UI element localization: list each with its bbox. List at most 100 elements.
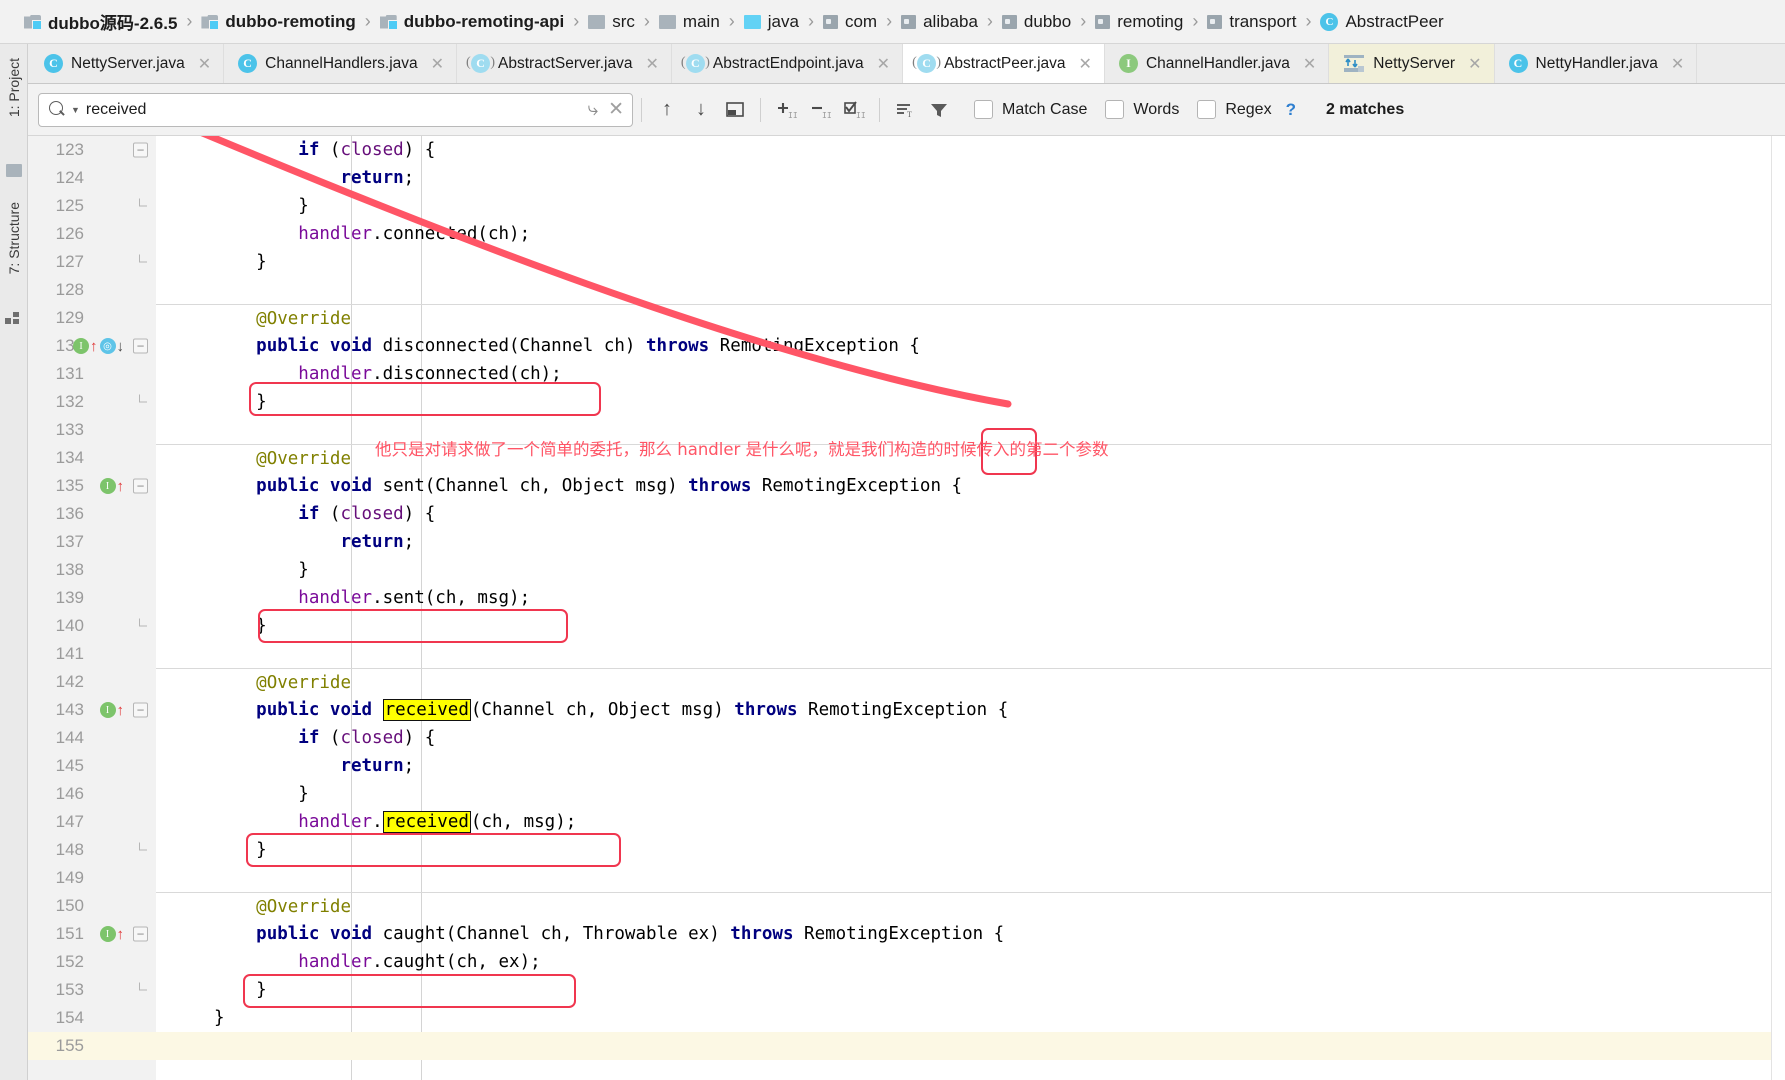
- code-line-124[interactable]: return;: [156, 164, 1785, 192]
- breadcrumb-item-transport[interactable]: transport: [1205, 12, 1298, 32]
- close-icon[interactable]: ✕: [645, 54, 658, 74]
- editor-tab-nettyserver-java[interactable]: C NettyServer.java ✕: [30, 44, 225, 83]
- close-icon[interactable]: ✕: [198, 54, 211, 74]
- code-line-151[interactable]: public void caught(Channel ch, Throwable…: [156, 920, 1785, 948]
- overridden-method-icon[interactable]: ◎: [99, 338, 116, 354]
- code-line-140[interactable]: }: [156, 612, 1785, 640]
- code-line-145[interactable]: return;: [156, 752, 1785, 780]
- gutter-line-133[interactable]: 133: [28, 416, 156, 444]
- gutter-line-152[interactable]: 152: [28, 948, 156, 976]
- code-line-134[interactable]: @Override: [156, 444, 1785, 472]
- implements-method-icon[interactable]: I: [99, 478, 116, 494]
- search-input[interactable]: ▼ received ⤷ ✕: [38, 92, 633, 127]
- gutter-line-132[interactable]: 132: [28, 388, 156, 416]
- implements-method-icon[interactable]: I: [73, 338, 89, 354]
- fold-end-icon[interactable]: [133, 394, 148, 410]
- fold-collapse-icon[interactable]: −: [133, 702, 148, 718]
- gutter-line-155[interactable]: 155: [28, 1032, 156, 1060]
- breadcrumb-item-dubbo[interactable]: dubbo: [1000, 12, 1073, 32]
- code-line-144[interactable]: if (closed) {: [156, 724, 1785, 752]
- breadcrumb-item-dubbo-remoting[interactable]: dubbo-remoting: [199, 12, 357, 32]
- gutter-line-143[interactable]: 143 I ↑ −: [28, 696, 156, 724]
- gutter-line-144[interactable]: 144: [28, 724, 156, 752]
- code-line-131[interactable]: handler.disconnected(ch);: [156, 360, 1785, 388]
- gutter-line-147[interactable]: 147: [28, 808, 156, 836]
- gutter-line-148[interactable]: 148: [28, 836, 156, 864]
- code-content[interactable]: if (closed) { return; } handler.connecte…: [156, 136, 1785, 1080]
- gutter-line-125[interactable]: 125: [28, 192, 156, 220]
- gutter-line-153[interactable]: 153: [28, 976, 156, 1004]
- search-history-icon[interactable]: ⤷: [587, 99, 598, 121]
- gutter-line-129[interactable]: 129: [28, 304, 156, 332]
- clear-search-icon[interactable]: ✕: [608, 98, 624, 121]
- gutter-marker-group[interactable]: I ↑ ◎ ↓: [73, 338, 124, 354]
- gutter-line-138[interactable]: 138: [28, 556, 156, 584]
- gutter-line-154[interactable]: 154: [28, 1004, 156, 1032]
- code-line-141[interactable]: [156, 640, 1785, 668]
- sidebar-item-structure[interactable]: 7: Structure: [0, 194, 28, 282]
- fold-collapse-icon[interactable]: −: [133, 142, 148, 158]
- gutter-line-141[interactable]: 141: [28, 640, 156, 668]
- gutter-marker-group[interactable]: I ↑: [99, 926, 124, 942]
- code-line-127[interactable]: }: [156, 248, 1785, 276]
- gutter-line-149[interactable]: 149: [28, 864, 156, 892]
- gutter-line-139[interactable]: 139: [28, 584, 156, 612]
- select-all-matches-button[interactable]: II: [837, 93, 871, 127]
- editor-tab-abstractendpoint-java[interactable]: (C) AbstractEndpoint.java ✕: [672, 44, 904, 83]
- gutter-line-126[interactable]: 126: [28, 220, 156, 248]
- fold-end-icon[interactable]: [133, 198, 148, 214]
- gutter-line-150[interactable]: 150: [28, 892, 156, 920]
- code-line-126[interactable]: handler.connected(ch);: [156, 220, 1785, 248]
- breadcrumb-item-dubbo-2-6-5[interactable]: dubbo源码-2.6.5: [22, 9, 179, 34]
- code-line-146[interactable]: }: [156, 780, 1785, 808]
- gutter-line-142[interactable]: 142: [28, 668, 156, 696]
- code-line-128[interactable]: [156, 276, 1785, 304]
- close-icon[interactable]: ✕: [431, 54, 444, 74]
- code-line-153[interactable]: }: [156, 976, 1785, 1004]
- breadcrumb-item-main[interactable]: main: [657, 12, 722, 32]
- code-line-155[interactable]: [156, 1032, 1785, 1060]
- fold-collapse-icon[interactable]: −: [133, 338, 148, 354]
- breadcrumb-item-alibaba[interactable]: alibaba: [899, 12, 980, 32]
- gutter-marker-group[interactable]: I ↑: [99, 702, 124, 718]
- gutter-line-123[interactable]: 123 −: [28, 136, 156, 164]
- code-line-152[interactable]: handler.caught(ch, ex);: [156, 948, 1785, 976]
- code-line-150[interactable]: @Override: [156, 892, 1785, 920]
- words-checkbox-box[interactable]: [1105, 100, 1125, 119]
- words-checkbox[interactable]: Words: [1105, 100, 1179, 119]
- breadcrumb-item-dubbo-remoting-api[interactable]: dubbo-remoting-api: [378, 12, 567, 32]
- fold-end-icon[interactable]: [133, 982, 148, 998]
- close-icon[interactable]: ✕: [1303, 54, 1316, 74]
- code-line-123[interactable]: if (closed) {: [156, 136, 1785, 164]
- gutter-line-128[interactable]: 128: [28, 276, 156, 304]
- fold-end-icon[interactable]: [133, 842, 148, 858]
- add-occurrence-button[interactable]: II: [769, 93, 803, 127]
- breadcrumb-item-src[interactable]: src: [586, 12, 637, 32]
- code-line-125[interactable]: }: [156, 192, 1785, 220]
- gutter-line-124[interactable]: 124: [28, 164, 156, 192]
- regex-checkbox-box[interactable]: [1197, 100, 1217, 119]
- editor-tab-channelhandlers-java[interactable]: C ChannelHandlers.java ✕: [224, 44, 458, 83]
- close-icon[interactable]: ✕: [1671, 54, 1684, 74]
- filter-lines-button[interactable]: T: [888, 93, 922, 127]
- code-line-138[interactable]: }: [156, 556, 1785, 584]
- gutter-line-134[interactable]: 134: [28, 444, 156, 472]
- breadcrumb-item-java[interactable]: java: [742, 12, 801, 32]
- find-next-button[interactable]: ↓: [684, 93, 718, 127]
- editor-tab-nettyserver[interactable]: NettyServer ✕: [1329, 44, 1495, 83]
- editor-tab-channelhandler-java[interactable]: I ChannelHandler.java ✕: [1105, 44, 1330, 83]
- implements-method-icon[interactable]: I: [99, 702, 116, 718]
- gutter-line-145[interactable]: 145: [28, 752, 156, 780]
- code-line-137[interactable]: return;: [156, 528, 1785, 556]
- gutter-line-130[interactable]: 130 I ↑ ◎ ↓ −: [28, 332, 156, 360]
- regex-checkbox[interactable]: Regex: [1197, 100, 1272, 119]
- fold-end-icon[interactable]: [133, 618, 148, 634]
- gutter-line-136[interactable]: 136: [28, 500, 156, 528]
- match-case-checkbox-box[interactable]: [974, 100, 993, 119]
- code-line-129[interactable]: @Override: [156, 304, 1785, 332]
- remove-occurrence-button[interactable]: II: [803, 93, 837, 127]
- fold-collapse-icon[interactable]: −: [133, 478, 148, 494]
- editor-tab-abstractserver-java[interactable]: (C) AbstractServer.java ✕: [457, 44, 672, 83]
- code-line-139[interactable]: handler.sent(ch, msg);: [156, 584, 1785, 612]
- editor-tab-abstractpeer-java[interactable]: (C) AbstractPeer.java ✕: [903, 44, 1105, 83]
